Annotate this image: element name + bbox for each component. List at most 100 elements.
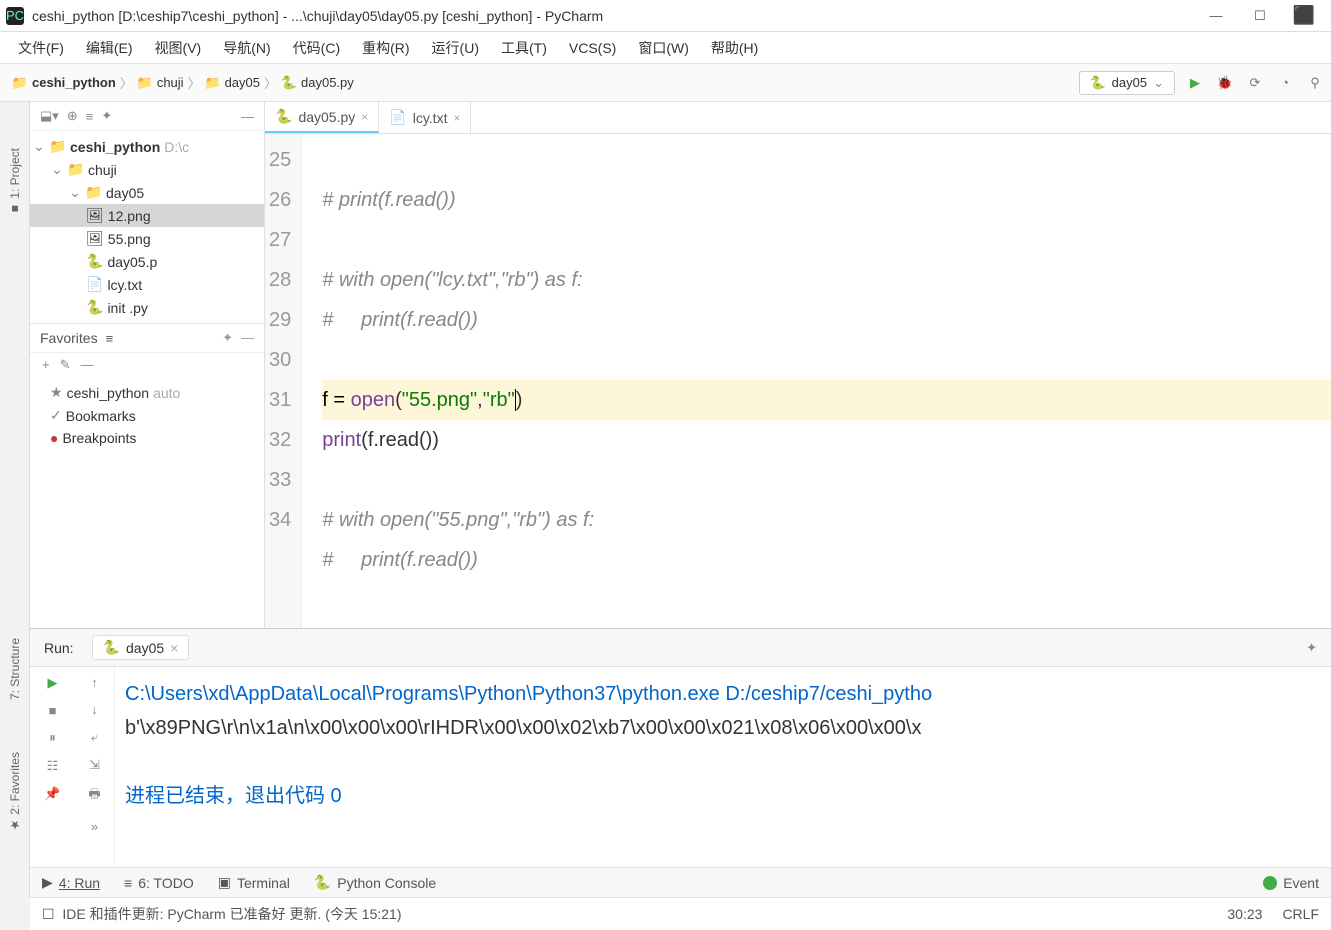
menu-vcs[interactable]: VCS(S)	[559, 36, 626, 60]
tree-folder[interactable]: ⌄ 📁 chuji	[30, 158, 264, 181]
editor-tab-active[interactable]: 🐍 day05.py ×	[265, 102, 379, 133]
locate-icon[interactable]: ⊕	[67, 108, 78, 124]
favorites-tool-tab[interactable]: ★ 2: Favorites	[6, 746, 24, 838]
tree-file-selected[interactable]: 🖼 12.png	[30, 204, 264, 227]
line-ending[interactable]: CRLF	[1282, 906, 1319, 922]
code-lines[interactable]: # print(f.read()) # with open("lcy.txt",…	[302, 134, 1331, 628]
code-editor[interactable]: 25 26 27 28 29 30 31 32 33 34 # print(f.…	[265, 134, 1331, 628]
close-tab-icon[interactable]: ×	[453, 111, 460, 125]
search-button[interactable]: ⚲	[1305, 73, 1325, 93]
run-configuration-selector[interactable]: 🐍 day05 ⌄	[1079, 71, 1175, 95]
favorites-item[interactable]: ★ ceshi_python auto	[30, 381, 264, 404]
status-icon[interactable]: ☐	[42, 906, 55, 923]
favorites-item[interactable]: ✓ Bookmarks	[30, 404, 264, 427]
menu-bar: 文件(F) 编辑(E) 视图(V) 导航(N) 代码(C) 重构(R) 运行(U…	[0, 32, 1331, 64]
crumb-root: ceshi_python	[32, 75, 116, 90]
menu-run[interactable]: 运行(U)	[422, 34, 489, 62]
menu-window[interactable]: 窗口(W)	[628, 34, 699, 62]
gear-icon[interactable]: ✦	[1306, 640, 1317, 656]
project-tree[interactable]: ⌄ 📁 ceshi_python D:\c ⌄ 📁 chuji ⌄ 📁 day0…	[30, 131, 264, 323]
line-number: 34	[269, 500, 291, 540]
folder-icon: 📁	[12, 75, 28, 91]
menu-file[interactable]: 文件(F)	[8, 34, 74, 62]
console-output[interactable]: C:\Users\xd\AppData\Local\Programs\Pytho…	[115, 667, 1331, 867]
tree-label: ceshi_python	[70, 139, 160, 155]
python-console-tab-button[interactable]: 🐍Python Console	[314, 874, 436, 891]
up-icon[interactable]: ↑	[91, 675, 98, 690]
chevron-down-icon[interactable]: ⌄	[50, 161, 64, 178]
console-line: C:\Users\xd\AppData\Local\Programs\Pytho…	[125, 677, 1331, 711]
chevron-down-icon[interactable]: ⌄	[32, 138, 46, 155]
image-file-icon: 🖼	[86, 207, 104, 224]
tree-file[interactable]: 🐍 day05.p	[30, 250, 264, 273]
terminal-tab-button[interactable]: ▣Terminal	[218, 874, 290, 891]
add-icon[interactable]: +	[42, 357, 50, 373]
folder-icon: 📁	[68, 162, 84, 178]
hide-icon[interactable]: —	[241, 330, 254, 346]
project-tool-tab[interactable]: ■ 1: Project	[6, 142, 24, 222]
down-icon[interactable]: ↓	[91, 702, 98, 717]
tree-file[interactable]: 📄 lcy.txt	[30, 273, 264, 296]
layout-icon[interactable]: ☷	[47, 758, 59, 774]
folder-icon: 📁	[205, 75, 221, 91]
maximize-button[interactable]: ☐	[1239, 2, 1281, 30]
menu-navigate[interactable]: 导航(N)	[213, 34, 280, 62]
collapse-icon[interactable]: ≡	[106, 331, 114, 346]
tree-file[interactable]: 🐍 init .py	[30, 296, 264, 319]
profile-button[interactable]: ◔	[1275, 73, 1295, 93]
tree-root[interactable]: ⌄ 📁 ceshi_python D:\c	[30, 135, 264, 158]
scroll-icon[interactable]: ⇲	[89, 757, 100, 773]
run-button[interactable]: ▶	[1185, 73, 1205, 93]
menu-refactor[interactable]: 重构(R)	[352, 34, 419, 62]
python-file-icon: 🐍	[281, 75, 297, 91]
tree-label: 55.png	[108, 231, 151, 247]
hide-icon[interactable]: —	[241, 109, 254, 124]
edit-icon[interactable]: ✎	[60, 357, 71, 373]
rerun-icon[interactable]: ▶	[48, 675, 58, 691]
window-controls: — ☐ ⬛	[1195, 2, 1325, 30]
menu-view[interactable]: 视图(V)	[145, 34, 212, 62]
crumb-p2: day05	[225, 75, 260, 90]
project-panel-toolbar: ⬓▾ ⊕ ≡ ✦ —	[30, 102, 264, 131]
remove-icon[interactable]: —	[81, 357, 94, 373]
menu-tools[interactable]: 工具(T)	[491, 34, 557, 62]
stop-icon[interactable]: ■	[49, 703, 57, 718]
gear-icon[interactable]: ✦	[222, 330, 233, 346]
tab-label: day05.py	[298, 109, 355, 125]
editor-tabs: 🐍 day05.py × 📄 lcy.txt ×	[265, 102, 1331, 134]
code-line: # print(f.read())	[322, 309, 478, 331]
status-bar: ☐ IDE 和插件更新: PyCharm 已准备好 更新. (今天 15:21)…	[30, 897, 1331, 930]
tree-folder[interactable]: ⌄ 📁 day05	[30, 181, 264, 204]
settings-icon[interactable]: ✦	[101, 108, 112, 124]
print-icon[interactable]: 🖶	[88, 785, 100, 807]
close-button[interactable]: ⬛	[1283, 2, 1325, 30]
line-number: 32	[269, 420, 291, 460]
debug-button[interactable]: 🐞	[1215, 73, 1235, 93]
tree-file[interactable]: 🖼 55.png	[30, 227, 264, 250]
run-tab[interactable]: 🐍 day05 ×	[92, 635, 190, 660]
breadcrumb[interactable]: 📁 ceshi_python 〉 📁 chuji 〉 📁 day05 〉 🐍 d…	[6, 71, 360, 94]
wrap-icon[interactable]: ⤶	[91, 729, 98, 745]
run-label: Run:	[44, 640, 74, 656]
chevron-down-icon[interactable]: ⌄	[68, 184, 82, 201]
pause-icon[interactable]: ⏸	[49, 730, 56, 746]
close-tab-icon[interactable]: ×	[361, 110, 368, 124]
menu-code[interactable]: 代码(C)	[283, 34, 350, 62]
cursor-position[interactable]: 30:23	[1227, 906, 1262, 922]
event-log-button[interactable]: Event	[1263, 875, 1319, 891]
favorites-item[interactable]: ● Breakpoints	[30, 427, 264, 449]
run-tab-button[interactable]: ▶4: Run	[42, 874, 100, 891]
tree-label: chuji	[88, 162, 117, 178]
pin-icon[interactable]: 📌	[44, 786, 60, 802]
menu-edit[interactable]: 编辑(E)	[76, 34, 143, 62]
structure-tool-tab[interactable]: 7: Structure	[6, 632, 24, 706]
coverage-button[interactable]: ⟳	[1245, 73, 1265, 93]
editor-tab[interactable]: 📄 lcy.txt ×	[379, 102, 471, 133]
more-icon[interactable]: »	[91, 819, 98, 834]
todo-tab-button[interactable]: ≡6: TODO	[124, 875, 194, 891]
minimize-button[interactable]: —	[1195, 2, 1237, 30]
close-tab-icon[interactable]: ×	[170, 640, 178, 656]
menu-help[interactable]: 帮助(H)	[701, 34, 768, 62]
collapse-icon[interactable]: ≡	[86, 109, 94, 124]
select-opened-icon[interactable]: ⬓▾	[40, 108, 59, 124]
